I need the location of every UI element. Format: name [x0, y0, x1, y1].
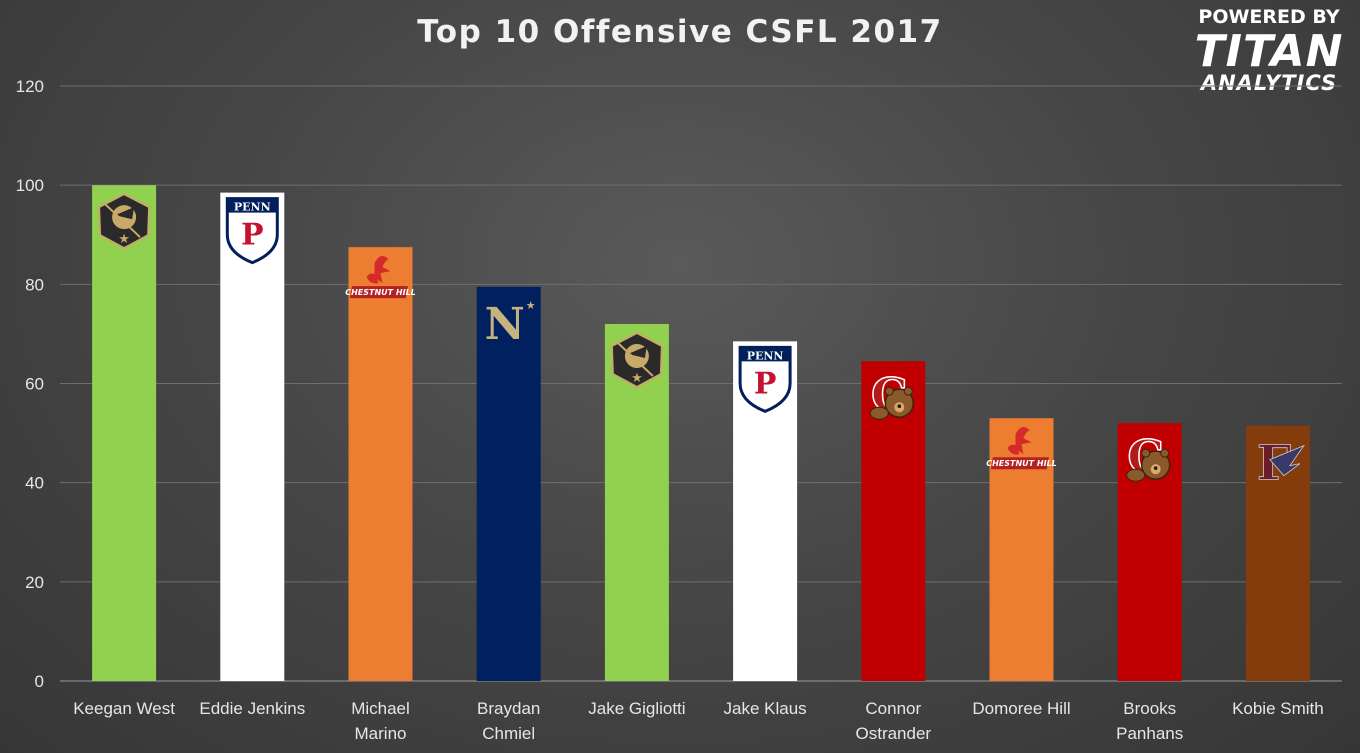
x-tick-label: Braydan — [477, 699, 540, 718]
bar-chart: 0 20 40 60 80 100 120 ★ Keegan West PENN P Eddie Je… — [16, 77, 1342, 743]
x-tick-label: Brooks — [1123, 699, 1176, 718]
svg-text:★: ★ — [118, 232, 130, 247]
svg-text:PENN: PENN — [234, 201, 271, 214]
x-tick-label: Jake Klaus — [724, 699, 807, 718]
x-tick-label: Panhans — [1116, 724, 1183, 743]
svg-text:CHESTNUT HILL: CHESTNUT HILL — [986, 459, 1057, 468]
x-tick-label: Marino — [355, 724, 407, 743]
svg-text:PENN: PENN — [747, 349, 784, 362]
y-tick-label: 20 — [25, 573, 44, 592]
cornell-logo: C — [869, 367, 915, 423]
y-tick-label: 120 — [16, 77, 44, 96]
x-tick-label: Domoree Hill — [972, 699, 1070, 718]
x-tick-label: Chmiel — [482, 724, 535, 743]
penn-logo: PENN P — [225, 197, 279, 265]
y-tick-label: 100 — [16, 176, 44, 195]
svg-text:★: ★ — [526, 299, 536, 312]
bar — [92, 185, 157, 681]
bar — [220, 192, 285, 681]
x-tick-label: Ostrander — [856, 724, 932, 743]
bar — [348, 247, 413, 682]
y-tick-label: 40 — [25, 474, 44, 493]
y-tick-label: 80 — [25, 275, 44, 294]
svg-text:P: P — [754, 366, 777, 401]
x-tick-label: Connor — [865, 699, 921, 718]
penn-logo: PENN P — [738, 345, 792, 413]
svg-text:P: P — [241, 218, 264, 253]
x-tick-label: Michael — [351, 699, 410, 718]
y-tick-label: 0 — [35, 672, 44, 691]
svg-text:N: N — [485, 299, 525, 350]
x-tick-label: Jake Gigliotti — [588, 699, 685, 718]
x-tick-label: Kobie Smith — [1232, 699, 1324, 718]
cornell-logo: C — [1126, 429, 1171, 485]
y-tick-label: 60 — [25, 375, 44, 394]
svg-text:CHESTNUT HILL: CHESTNUT HILL — [345, 288, 416, 297]
x-tick-label: Keegan West — [73, 699, 175, 718]
svg-text:★: ★ — [631, 371, 643, 386]
x-tick-label: Eddie Jenkins — [199, 699, 305, 718]
